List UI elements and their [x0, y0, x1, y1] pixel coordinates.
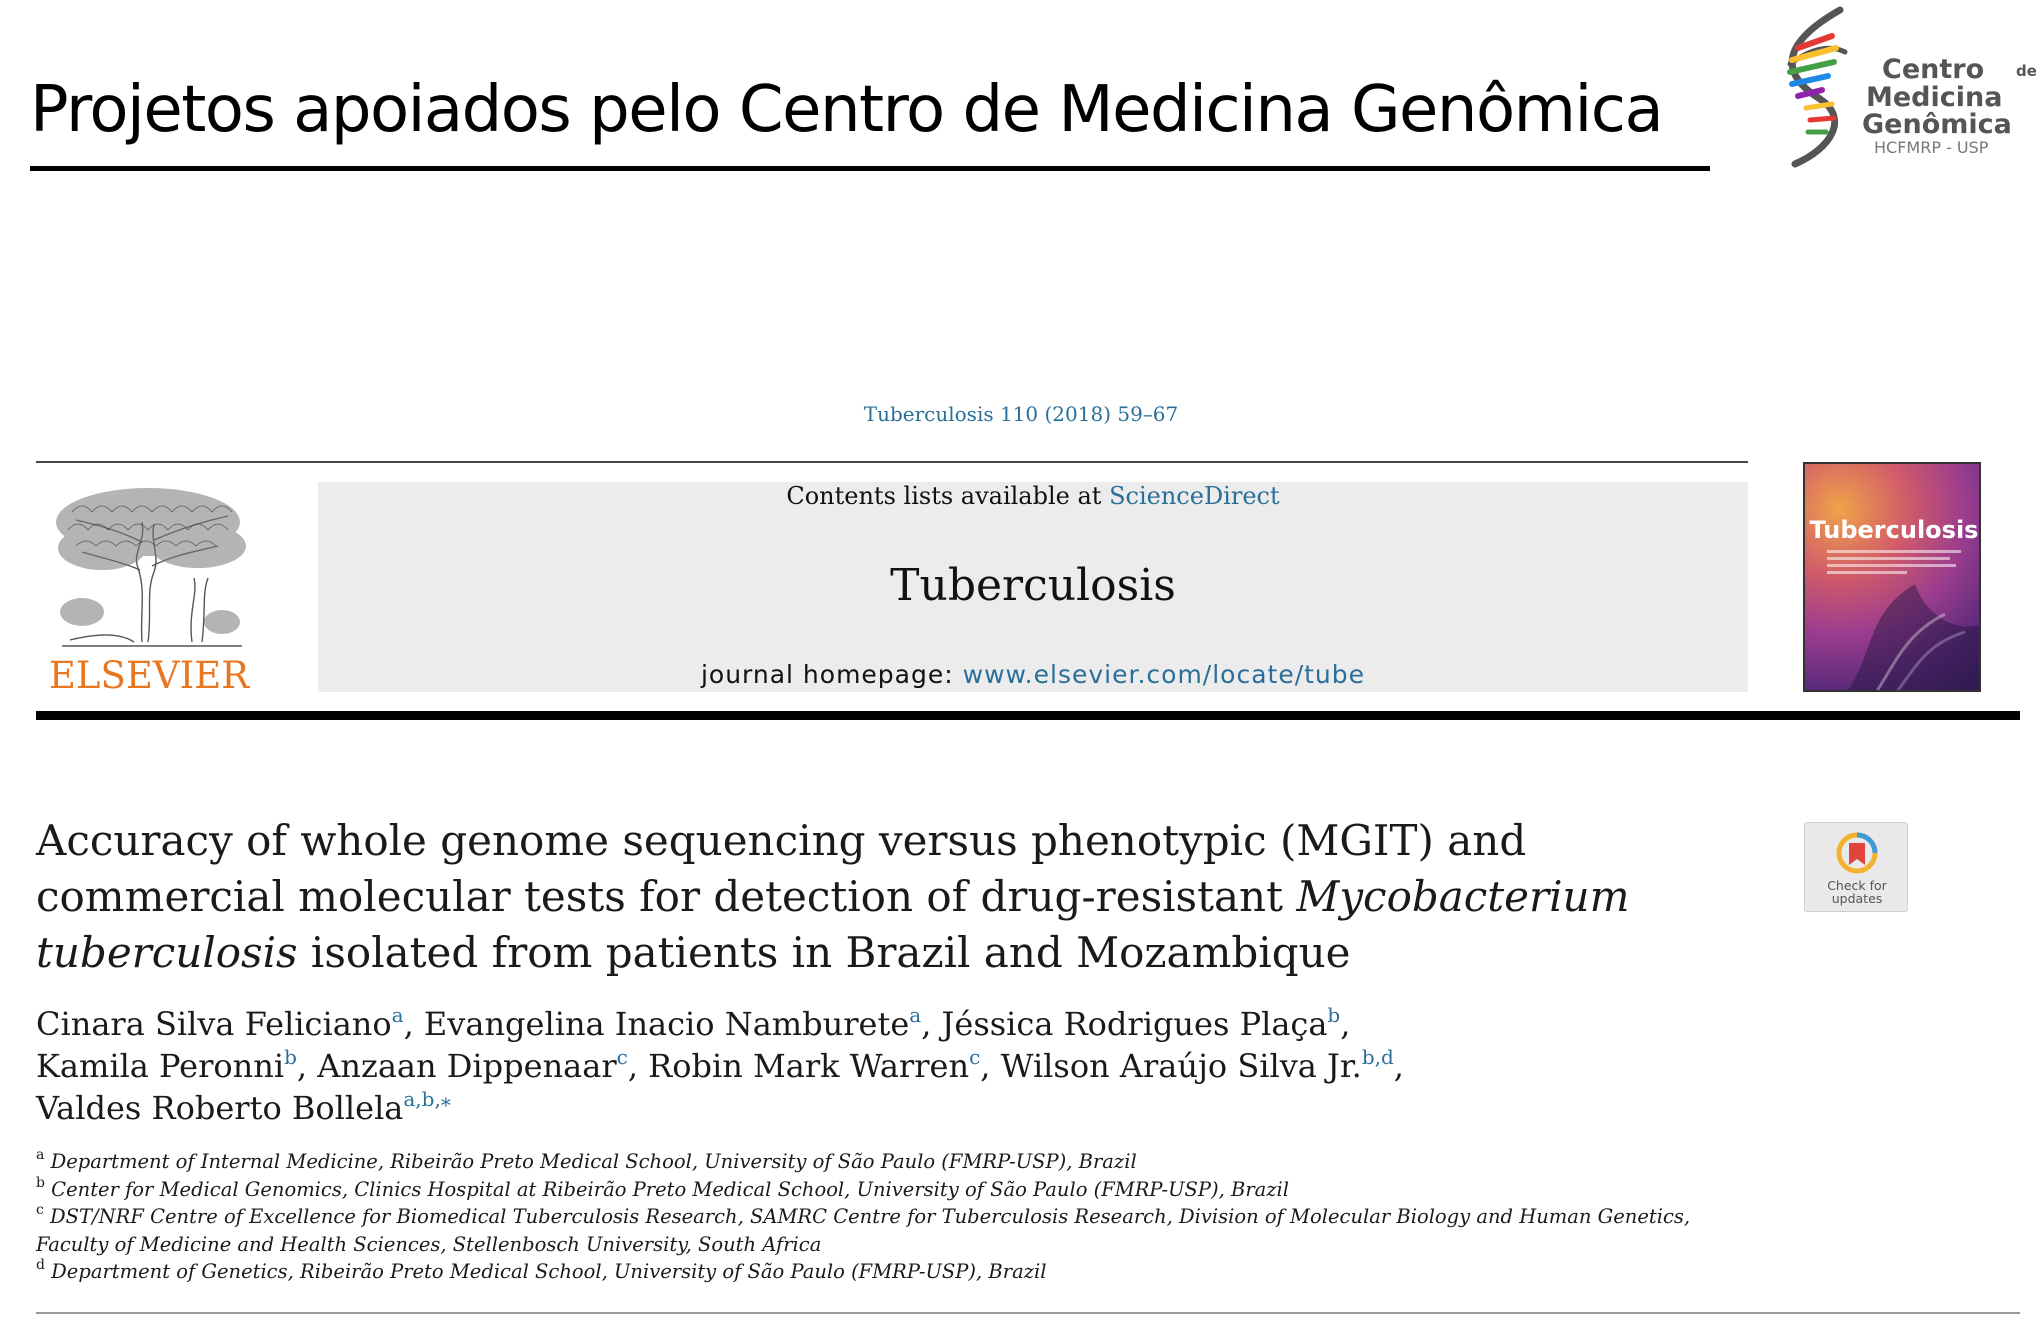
check-for-updates-button[interactable]: Check for updates	[1804, 822, 1908, 912]
affiliation-a: a Department of Internal Medicine, Ribei…	[36, 1147, 1137, 1173]
affiliation-c-continued: Faculty of Medicine and Health Sciences,…	[36, 1233, 822, 1256]
header-top-rule	[36, 461, 1748, 463]
author-affiliation-sup[interactable]: b	[284, 1045, 297, 1069]
author-line-2: Kamila Peronnib, Anzaan Dippenaarc, Robi…	[36, 1045, 1404, 1085]
sciencedirect-link[interactable]: ScienceDirect	[1109, 482, 1280, 510]
homepage-prefix: journal homepage:	[700, 660, 963, 689]
cmg-logo: Centro de Medicina Genômica HCFMRP - USP	[1770, 4, 2040, 169]
author-name[interactable]: Anzaan Dippenaar	[317, 1047, 616, 1085]
cover-artwork	[1847, 584, 1979, 690]
elsevier-tree-icon	[56, 488, 246, 647]
author-affiliation-sup[interactable]: a,b,⁎	[403, 1087, 450, 1111]
journal-homepage: journal homepage: www.elsevier.com/locat…	[318, 660, 1748, 689]
elsevier-logo: ELSEVIER	[36, 482, 262, 698]
cmg-logo-line2: Medicina	[1866, 82, 2003, 113]
author-affiliation-sup[interactable]: c	[617, 1045, 628, 1069]
affiliation-b: b Center for Medical Genomics, Clinics H…	[36, 1175, 1290, 1201]
author-affiliation-sup[interactable]: b	[1327, 1003, 1340, 1027]
author-name[interactable]: Jéssica Rodrigues Plaça	[942, 1005, 1328, 1043]
header-thick-rule	[36, 711, 2020, 720]
title-italic: Mycobacterium	[1296, 872, 1630, 921]
title-text: isolated from patients in Brazil and Moz…	[297, 928, 1351, 977]
journal-name: Tuberculosis	[890, 560, 1176, 611]
cmg-logo-line3: Genômica	[1862, 109, 2012, 140]
check-updates-icon	[1836, 832, 1878, 874]
author-affiliation-sup[interactable]: c	[969, 1045, 980, 1069]
article-title-line2: commercial molecular tests for detection…	[36, 876, 1629, 918]
affiliation-c: c DST/NRF Centre of Excellence for Biome…	[36, 1202, 1691, 1228]
cmg-logo-line4: HCFMRP - USP	[1874, 138, 1989, 157]
journal-citation[interactable]: Tuberculosis 110 (2018) 59–67	[0, 402, 2042, 426]
author-name[interactable]: Cinara Silva Feliciano	[36, 1005, 392, 1043]
elsevier-wordmark: ELSEVIER	[48, 654, 250, 697]
author-line-3: Valdes Roberto Bollelaa,b,⁎	[36, 1089, 451, 1127]
contents-prefix: Contents lists available at	[786, 482, 1110, 510]
dna-helix-icon	[1787, 6, 1848, 168]
author-name[interactable]: Wilson Araújo Silva Jr.	[1001, 1047, 1362, 1085]
homepage-link[interactable]: www.elsevier.com/locate/tube	[963, 660, 1365, 689]
author-name[interactable]: Valdes Roberto Bollela	[36, 1089, 403, 1127]
author-affiliation-sup[interactable]: b,d	[1362, 1045, 1394, 1069]
title-italic: tuberculosis	[36, 928, 298, 977]
author-name[interactable]: Kamila Peronni	[36, 1047, 284, 1085]
affiliation-d: d Department of Genetics, Ribeirão Preto…	[36, 1257, 1047, 1283]
check-updates-label: Check for updates	[1827, 878, 1887, 907]
title-underline	[30, 166, 1710, 171]
author-affiliation-sup[interactable]: a	[909, 1003, 921, 1027]
slide-title: Projetos apoiados pelo Centro de Medicin…	[30, 73, 1664, 147]
cover-title: Tuberculosis	[1809, 516, 1979, 544]
author-name[interactable]: Robin Mark Warren	[648, 1047, 969, 1085]
author-line-1: Cinara Silva Felicianoa, Evangelina Inac…	[36, 1003, 1351, 1043]
cmg-logo-line1: Centro	[1882, 54, 1985, 85]
title-text: commercial molecular tests for detection…	[36, 872, 1297, 921]
article-title-line3: tuberculosis isolated from patients in B…	[36, 932, 1351, 974]
author-affiliation-sup[interactable]: a	[392, 1003, 404, 1027]
journal-cover-image[interactable]: Tuberculosis	[1803, 462, 1981, 692]
article-title-line1: Accuracy of whole genome sequencing vers…	[36, 816, 1527, 865]
author-name[interactable]: Evangelina Inacio Namburete	[424, 1005, 909, 1043]
cmg-logo-line1-small: de	[2016, 62, 2037, 80]
bottom-rule	[36, 1312, 2020, 1314]
contents-availability: Contents lists available at ScienceDirec…	[318, 482, 1748, 510]
